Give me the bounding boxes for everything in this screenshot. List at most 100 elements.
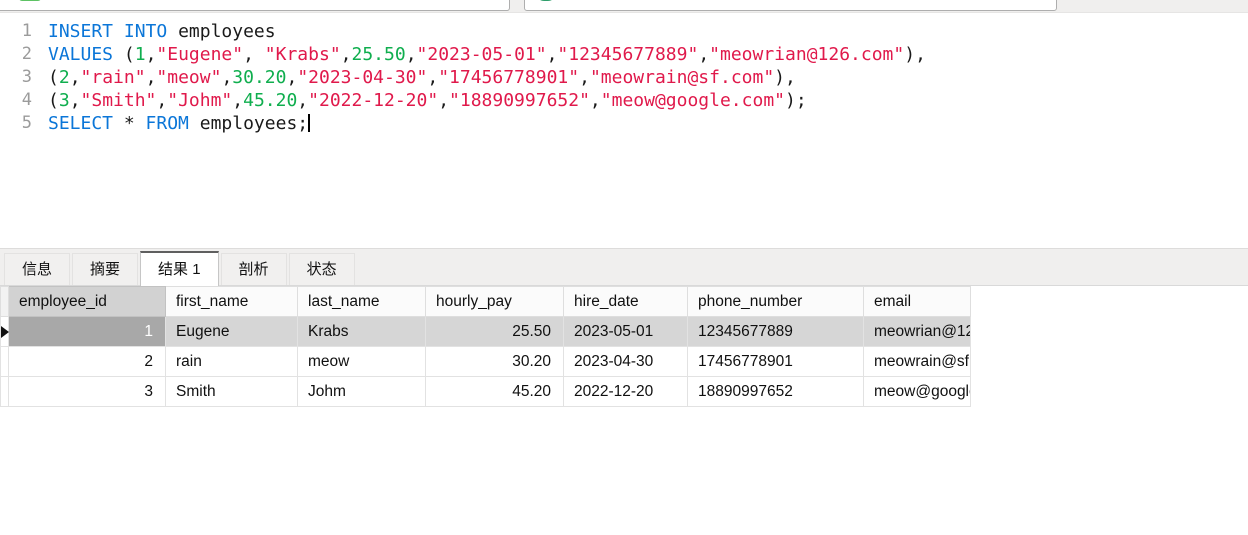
code-token: ,	[156, 90, 167, 111]
column-header-last-name[interactable]: last_name	[298, 287, 426, 317]
code-text: (2,"rain","meow",30.20,"2023-04-30","174…	[48, 66, 796, 89]
code-token: (	[48, 67, 59, 88]
result-tabbar: 信息 摘要 结果 1 剖析 状态	[0, 248, 1248, 286]
cell-employee_id[interactable]: 2	[9, 347, 166, 377]
code-token: 30.20	[232, 67, 286, 88]
cell-last_name[interactable]: Johm	[298, 377, 426, 407]
code-line: 4 (3,"Smith","Johm",45.20,"2022-12-20","…	[0, 89, 1248, 112]
cell-last_name[interactable]: meow	[298, 347, 426, 377]
green-connection-icon	[19, 0, 41, 1]
cell-hire_date[interactable]: 2022-12-20	[564, 377, 688, 407]
cell-phone_number[interactable]: 17456778901	[688, 347, 864, 377]
cell-first_name[interactable]: Smith	[166, 377, 298, 407]
code-token: ),	[904, 44, 926, 65]
code-text: INSERT INTO employees	[48, 20, 276, 43]
column-header-employee-id[interactable]: employee_id	[9, 287, 166, 317]
code-token: (	[113, 44, 135, 65]
code-token: ,	[232, 90, 243, 111]
result-grid-area: employee_id first_name last_name hourly_…	[0, 286, 1248, 407]
code-line: 3 (2,"rain","meow",30.20,"2023-04-30","1…	[0, 66, 1248, 89]
header-gutter[interactable]	[1, 287, 9, 317]
connection-combobox[interactable]	[0, 0, 510, 11]
code-token: ,	[547, 44, 558, 65]
column-header-email[interactable]: email	[864, 287, 971, 317]
code-token: 2	[59, 67, 70, 88]
code-token: ,	[341, 44, 352, 65]
code-token: "17456778901"	[438, 67, 579, 88]
code-token: ,	[438, 90, 449, 111]
cell-first_name[interactable]: rain	[166, 347, 298, 377]
row-selector-gutter[interactable]	[1, 377, 9, 407]
top-toolbar	[0, 0, 1248, 13]
cell-hourly_pay[interactable]: 25.50	[426, 317, 564, 347]
code-token: ,	[70, 90, 81, 111]
green-database-icon	[536, 0, 556, 1]
cell-phone_number[interactable]: 12345677889	[688, 317, 864, 347]
tab-status[interactable]: 状态	[289, 253, 355, 285]
code-token: SELECT	[48, 113, 113, 134]
cell-hourly_pay[interactable]: 30.20	[426, 347, 564, 377]
code-token: ,	[286, 67, 297, 88]
code-token: ,	[590, 90, 601, 111]
tab-info[interactable]: 信息	[4, 253, 70, 285]
header-row: employee_id first_name last_name hourly_…	[1, 287, 971, 317]
code-line: 5 SELECT * FROM employees;	[0, 112, 1248, 135]
cell-first_name[interactable]: Eugene	[166, 317, 298, 347]
code-text: (3,"Smith","Johm",45.20,"2022-12-20","18…	[48, 89, 807, 112]
cell-email[interactable]: meow@google.com	[864, 377, 971, 407]
code-token: INTO	[124, 21, 167, 42]
text-cursor-icon	[308, 114, 310, 132]
code-token: INSERT	[48, 21, 113, 42]
code-token: );	[785, 90, 807, 111]
code-token: "Eugene"	[156, 44, 243, 65]
cell-last_name[interactable]: Krabs	[298, 317, 426, 347]
line-number: 1	[0, 20, 48, 43]
code-token: 3	[59, 90, 70, 111]
cell-email[interactable]: meowrian@126.com	[864, 317, 971, 347]
tab-profile[interactable]: 剖析	[221, 253, 287, 285]
cell-employee_id[interactable]: 3	[9, 377, 166, 407]
code-token: FROM	[146, 113, 189, 134]
code-token: ,	[297, 90, 308, 111]
code-token: "Smith"	[81, 90, 157, 111]
column-header-hire-date[interactable]: hire_date	[564, 287, 688, 317]
database-combobox[interactable]	[524, 0, 1057, 11]
code-text: SELECT * FROM employees;	[48, 112, 310, 135]
code-token: "meowrian@126.com"	[709, 44, 904, 65]
cell-email[interactable]: meowrain@sf.com	[864, 347, 971, 377]
code-token: "2023-05-01"	[417, 44, 547, 65]
row-selector-gutter[interactable]	[1, 347, 9, 377]
column-header-first-name[interactable]: first_name	[166, 287, 298, 317]
line-number: 3	[0, 66, 48, 89]
code-token: 25.50	[352, 44, 406, 65]
cell-phone_number[interactable]: 18890997652	[688, 377, 864, 407]
code-token: "meowrain@sf.com"	[590, 67, 774, 88]
code-token: VALUES	[48, 44, 113, 65]
line-number: 4	[0, 89, 48, 112]
cell-hourly_pay[interactable]: 45.20	[426, 377, 564, 407]
code-token: "18890997652"	[449, 90, 590, 111]
table-row: 2rainmeow30.202023-04-3017456778901meowr…	[1, 347, 971, 377]
code-token: "12345677889"	[557, 44, 698, 65]
cell-hire_date[interactable]: 2023-05-01	[564, 317, 688, 347]
tab-summary[interactable]: 摘要	[72, 253, 138, 285]
row-selector-gutter[interactable]	[1, 317, 9, 347]
sql-editor[interactable]: 1 INSERT INTO employees 2 VALUES (1,"Eug…	[0, 13, 1248, 248]
tab-result-1[interactable]: 结果 1	[140, 251, 219, 286]
result-table: employee_id first_name last_name hourly_…	[0, 286, 971, 407]
code-text: VALUES (1,"Eugene", "Krabs",25.50,"2023-…	[48, 43, 926, 66]
cell-employee_id[interactable]: 1	[9, 317, 166, 347]
code-token: ,	[70, 67, 81, 88]
column-header-hourly-pay[interactable]: hourly_pay	[426, 287, 564, 317]
column-header-phone-number[interactable]: phone_number	[688, 287, 864, 317]
code-token: "Krabs"	[265, 44, 341, 65]
cell-hire_date[interactable]: 2023-04-30	[564, 347, 688, 377]
code-line: 2 VALUES (1,"Eugene", "Krabs",25.50,"202…	[0, 43, 1248, 66]
code-token: ,	[579, 67, 590, 88]
code-token: "meow@google.com"	[601, 90, 785, 111]
code-token: "2023-04-30"	[297, 67, 427, 88]
code-line: 1 INSERT INTO employees	[0, 20, 1248, 43]
line-number: 5	[0, 112, 48, 135]
code-token: ,	[146, 44, 157, 65]
code-token: "2022-12-20"	[308, 90, 438, 111]
